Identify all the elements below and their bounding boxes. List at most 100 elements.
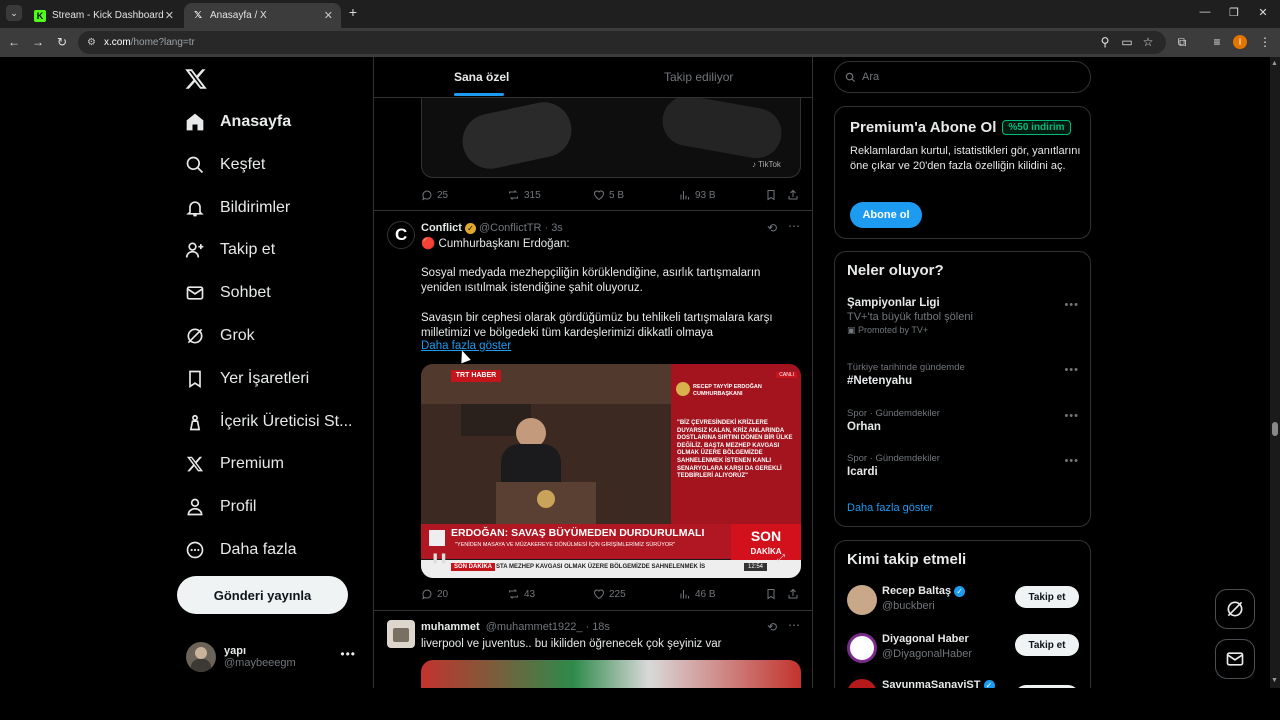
trend-item[interactable]: Türkiye tarihinde gündemde #Netenyahu ••… xyxy=(847,362,1079,387)
sidebar-item-home[interactable]: Anasayfa xyxy=(184,107,291,137)
scroll-up-icon[interactable]: ▲ xyxy=(1271,60,1278,67)
page-scrollbar[interactable]: ▲ ▼ xyxy=(1270,57,1280,688)
nav-label: Premium xyxy=(220,455,285,472)
sidebar-item-creator-studio[interactable]: İçerik Üreticisi St... xyxy=(184,407,352,437)
reply-count: 25 xyxy=(437,189,449,201)
trend-item[interactable]: Spor · Gündemdekiler Orhan ••• xyxy=(847,408,1079,433)
grok-floating-button[interactable] xyxy=(1215,589,1255,629)
sidebar-item-explore[interactable]: Keşfet xyxy=(184,150,265,180)
views-button[interactable]: 46 B xyxy=(679,588,716,600)
forward-icon[interactable]: → xyxy=(30,34,46,50)
scroll-down-icon[interactable]: ▼ xyxy=(1271,677,1278,684)
like-button[interactable]: 225 xyxy=(593,588,626,600)
x-logo-icon[interactable] xyxy=(184,67,208,91)
more-options-icon[interactable]: ••• xyxy=(1064,364,1079,376)
follow-suggestion[interactable]: Recep Baltaş ✓ @buckberi Takip et xyxy=(847,583,1079,619)
bookmark-button[interactable] xyxy=(765,588,781,600)
scrollbar-thumb[interactable] xyxy=(1272,422,1278,436)
account-switcher[interactable]: yapı @maybeeegm ••• xyxy=(186,641,356,673)
sidebar-item-more[interactable]: Daha fazla xyxy=(184,535,297,565)
more-options-icon[interactable]: ••• xyxy=(1064,410,1079,422)
new-tab-icon[interactable]: + xyxy=(345,4,361,20)
sidebar-item-premium[interactable]: Premium xyxy=(184,449,284,479)
profile-avatar[interactable]: I xyxy=(1233,35,1247,49)
menu-icon[interactable]: ⋮ xyxy=(1257,34,1273,50)
author-handle[interactable]: @muhammet1922_ xyxy=(486,621,583,633)
grok-icon[interactable]: ⟲ xyxy=(767,221,777,235)
cast-icon[interactable]: ▭ xyxy=(1119,34,1135,50)
zoom-icon[interactable]: ⚲ xyxy=(1097,34,1113,50)
speaker-title: CUMHURBAŞKANI xyxy=(693,391,743,397)
window-close-icon[interactable]: ✕ xyxy=(1255,6,1271,19)
post-media[interactable] xyxy=(421,660,801,688)
views-button[interactable]: 93 B xyxy=(679,189,716,201)
sidebar-item-follow[interactable]: Takip et xyxy=(184,235,275,265)
follow-button[interactable]: Takip et xyxy=(1015,634,1079,656)
repost-button[interactable]: 43 xyxy=(507,588,535,600)
show-more-trends-link[interactable]: Daha fazla göster xyxy=(847,502,933,514)
more-options-icon[interactable]: ••• xyxy=(1064,299,1079,311)
author-name[interactable]: muhammet xyxy=(421,621,480,633)
fullscreen-icon[interactable]: ⤢ xyxy=(777,553,785,564)
more-options-icon[interactable]: ••• xyxy=(340,647,356,661)
extensions-icon[interactable]: ⧉ xyxy=(1174,34,1190,50)
minimize-icon[interactable]: — xyxy=(1197,6,1213,18)
follow-suggestion[interactable]: Diyagonal Haber @DiyagonalHaber Takip et xyxy=(847,631,1079,667)
follow-button[interactable]: Takip et xyxy=(1015,586,1079,608)
post-time[interactable]: · 18s xyxy=(585,621,609,633)
close-icon[interactable]: ✕ xyxy=(165,9,174,22)
reply-button[interactable]: 20 xyxy=(421,588,448,600)
reload-icon[interactable]: ↻ xyxy=(54,34,70,50)
post-actions: 20 43 225 46 B xyxy=(421,588,801,604)
reply-button[interactable]: 25 xyxy=(421,189,448,201)
nav-label: Sohbet xyxy=(220,284,271,301)
repost-button[interactable]: 315 xyxy=(507,189,541,201)
like-button[interactable]: 5 B xyxy=(593,189,624,201)
back-icon[interactable]: ← xyxy=(6,34,22,50)
subscribe-button[interactable]: Abone ol xyxy=(850,202,922,228)
browser-tab-kick[interactable]: K Stream - Kick Dashboard ✕ xyxy=(26,3,182,28)
headline-bar: ERDOĞAN: SAVAŞ BÜYÜMEDEN DURDURULMALI "Y… xyxy=(421,524,731,559)
more-options-icon[interactable]: ⋯ xyxy=(788,618,800,632)
sidebar-item-grok[interactable]: Grok xyxy=(184,321,255,351)
follow-suggestion[interactable]: SavunmaSanayiST ✓ xyxy=(847,677,1079,688)
author-name[interactable]: Conflict xyxy=(421,222,462,234)
nav-label: Bildirimler xyxy=(220,199,291,216)
sidebar-item-messages[interactable]: Sohbet xyxy=(184,278,271,308)
sidebar-item-profile[interactable]: Profil xyxy=(184,492,256,522)
premium-title: Premium'a Abone Ol xyxy=(850,119,997,136)
author-handle[interactable]: @ConflictTR xyxy=(479,222,542,234)
star-icon[interactable]: ☆ xyxy=(1140,34,1156,50)
browser-tab-x[interactable]: 𝕏 Anasayfa / X ✕ xyxy=(184,3,341,28)
trend-item[interactable]: Şampiyonlar Ligi TV+'ta büyük futbol şöl… xyxy=(847,297,1079,336)
site-info-icon[interactable]: ⚙ xyxy=(87,31,96,54)
avatar[interactable]: C xyxy=(387,221,415,249)
repost-count: 315 xyxy=(524,189,541,201)
close-icon[interactable]: ✕ xyxy=(324,9,333,22)
sidebar-item-notifications[interactable]: Bildirimler xyxy=(184,193,290,223)
tab-search-icon[interactable]: ⌄ xyxy=(6,5,22,21)
share-button[interactable] xyxy=(787,189,803,201)
search-input[interactable]: Ara xyxy=(834,61,1091,93)
grok-icon[interactable]: ⟲ xyxy=(767,620,777,634)
previous-post-media[interactable]: ♪ TikTok xyxy=(421,98,801,178)
sidebar-item-bookmarks[interactable]: Yer İşaretleri xyxy=(184,364,309,394)
trend-context: Türkiye tarihinde gündemde xyxy=(847,362,965,373)
more-options-icon[interactable]: ⋯ xyxy=(788,219,800,233)
tab-for-you[interactable]: Sana özel xyxy=(454,70,509,84)
tab-following[interactable]: Takip ediliyor xyxy=(664,70,733,84)
messages-floating-button[interactable] xyxy=(1215,639,1255,679)
video-player[interactable]: TRT HABER RECEP TAYYİP ERDOĞAN CUMHURBAŞ… xyxy=(421,364,801,578)
pause-icon[interactable]: ❚❚ xyxy=(431,553,448,564)
post-button[interactable]: Gönderi yayınla xyxy=(177,576,348,614)
address-bar[interactable]: ⚙ x.com/home?lang=tr xyxy=(78,31,1166,54)
trend-item[interactable]: Spor · Gündemdekiler Icardi ••• xyxy=(847,453,1079,478)
reading-list-icon[interactable]: ≡ xyxy=(1209,34,1225,50)
maximize-icon[interactable]: ❐ xyxy=(1226,6,1242,19)
share-button[interactable] xyxy=(787,588,803,600)
post-time[interactable]: · 3s xyxy=(544,222,562,234)
more-options-icon[interactable]: ••• xyxy=(1064,455,1079,467)
url-host: x.com xyxy=(104,37,131,48)
avatar[interactable] xyxy=(387,620,415,648)
bookmark-button[interactable] xyxy=(765,189,781,201)
